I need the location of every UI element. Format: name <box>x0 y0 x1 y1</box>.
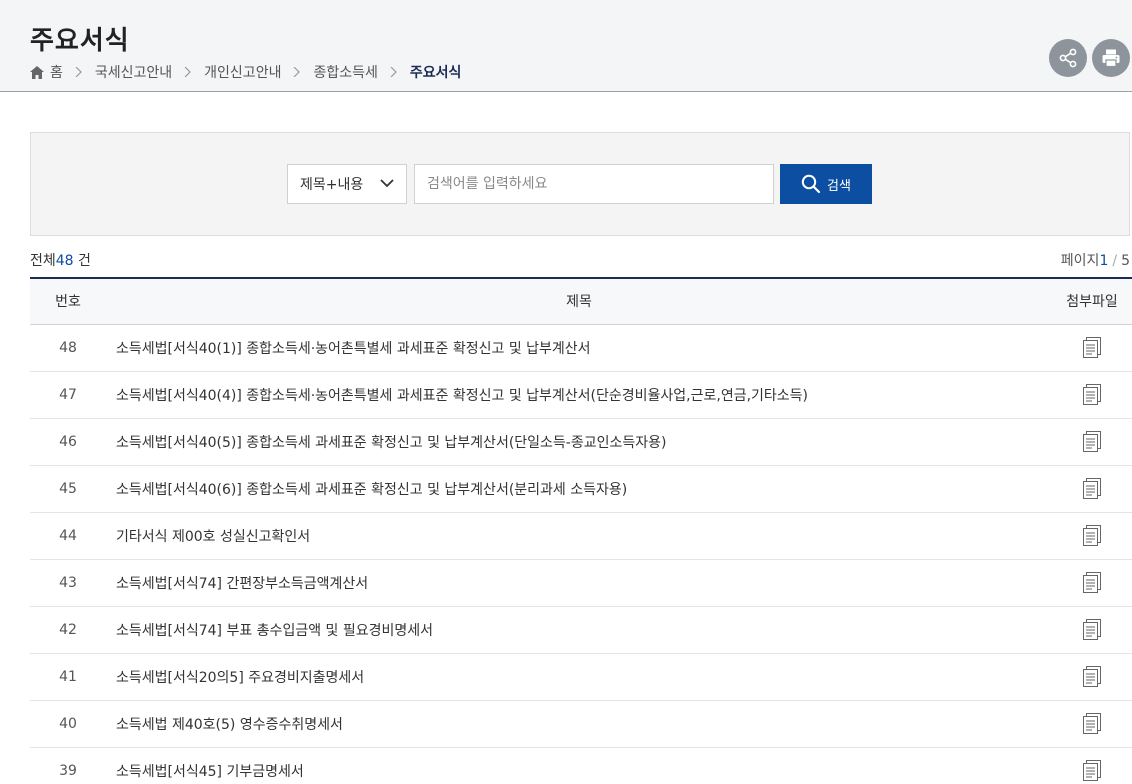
search-button[interactable]: 검색 <box>780 164 872 204</box>
page-indicator: 페이지1/5 <box>1060 253 1130 269</box>
breadcrumb-income-tax[interactable]: 종합소득세 <box>313 62 377 82</box>
chevron-right-icon <box>184 67 192 77</box>
document-icon[interactable] <box>1082 759 1102 782</box>
row-title[interactable]: 기타서식 제00호 성실신고확인서 <box>106 512 1052 559</box>
row-title[interactable]: 소득세법[서식40(6)] 종합소득세 과세표준 확정신고 및 납부계산서(분리… <box>106 465 1052 512</box>
chevron-right-icon <box>294 67 301 77</box>
chevron-right-icon <box>390 67 397 77</box>
share-icon <box>1059 48 1077 68</box>
row-attachment[interactable] <box>1052 606 1132 653</box>
page-header: 주요서식 홈 국세신고안내 개인신고안내 종합소득세 주요서식 <box>0 0 1132 92</box>
document-icon[interactable] <box>1082 430 1102 453</box>
table-row: 45 소득세법[서식40(6)] 종합소득세 과세표준 확정신고 및 납부계산서(… <box>30 465 1132 512</box>
home-icon <box>30 65 44 79</box>
breadcrumb-tax-filing-guide[interactable]: 국세신고안내 <box>95 62 172 82</box>
row-title[interactable]: 소득세법[서식74] 부표 총수입금액 및 필요경비명세서 <box>106 606 1052 653</box>
table-row: 46 소득세법[서식40(5)] 종합소득세 과세표준 확정신고 및 납부계산서(… <box>30 418 1132 465</box>
row-num: 47 <box>59 386 77 403</box>
row-title[interactable]: 소득세법[서식74] 간편장부소득금액계산서 <box>106 559 1052 606</box>
total-count-value: 48 <box>55 253 74 269</box>
row-attachment[interactable] <box>1052 512 1132 559</box>
document-icon[interactable] <box>1082 524 1102 547</box>
search-scope-select[interactable]: 제목+내용 <box>287 164 407 204</box>
document-icon[interactable] <box>1082 571 1102 594</box>
table-row: 47 소득세법[서식40(4)] 종합소득세·농어촌특별세 과세표준 확정신고 및… <box>30 371 1132 418</box>
row-title-link[interactable]: 소득세법[서식74] 부표 총수입금액 및 필요경비명세서 <box>116 623 433 639</box>
document-icon[interactable] <box>1082 336 1102 359</box>
row-attachment[interactable] <box>1052 465 1132 512</box>
row-num: 40 <box>59 715 77 732</box>
row-title[interactable]: 소득세법 제40호(5) 영수증수취명세서 <box>106 700 1052 747</box>
row-title-link[interactable]: 소득세법 제40호(5) 영수증수취명세서 <box>116 717 343 733</box>
header-num: 번호 <box>55 294 81 311</box>
row-attachment[interactable] <box>1052 418 1132 465</box>
total-count: 전체48 건 <box>30 253 91 269</box>
row-title-link[interactable]: 소득세법[서식20의5] 주요경비지출명세서 <box>116 670 364 686</box>
search-scope-value: 제목+내용 <box>300 177 364 193</box>
table-header-row: 번호 제목 첨부파일 <box>30 278 1132 324</box>
row-title-link[interactable]: 기타서식 제00호 성실신고확인서 <box>116 529 310 545</box>
table-row: 40 소득세법 제40호(5) 영수증수취명세서 <box>30 700 1132 747</box>
document-icon[interactable] <box>1082 477 1102 500</box>
row-title[interactable]: 소득세법[서식20의5] 주요경비지출명세서 <box>106 653 1052 700</box>
row-attachment[interactable] <box>1052 747 1132 784</box>
table-row: 43 소득세법[서식74] 간편장부소득금액계산서 <box>30 559 1132 606</box>
header-file: 첨부파일 <box>1066 294 1118 311</box>
chevron-right-icon <box>75 67 82 77</box>
row-num: 48 <box>59 339 77 356</box>
row-num: 44 <box>59 527 77 544</box>
row-num: 43 <box>59 574 77 591</box>
row-title-link[interactable]: 소득세법[서식40(1)] 종합소득세·농어촌특별세 과세표준 확정신고 및 납… <box>116 341 591 357</box>
row-num: 46 <box>59 433 77 450</box>
document-icon[interactable] <box>1082 712 1102 735</box>
row-title-link[interactable]: 소득세법[서식74] 간편장부소득금액계산서 <box>116 576 368 592</box>
row-title-link[interactable]: 소득세법[서식40(6)] 종합소득세 과세표준 확정신고 및 납부계산서(분리… <box>116 482 627 498</box>
row-title-link[interactable]: 소득세법[서식40(4)] 종합소득세·농어촌특별세 과세표준 확정신고 및 납… <box>116 388 808 404</box>
current-page: 1 <box>1099 253 1109 269</box>
row-num: 39 <box>59 762 77 779</box>
row-num: 45 <box>59 480 77 497</box>
table-row: 44 기타서식 제00호 성실신고확인서 <box>30 512 1132 559</box>
table-row: 41 소득세법[서식20의5] 주요경비지출명세서 <box>30 653 1132 700</box>
search-icon <box>801 174 821 194</box>
table-row: 48 소득세법[서식40(1)] 종합소득세·농어촌특별세 과세표준 확정신고 및… <box>30 324 1132 371</box>
row-title-link[interactable]: 소득세법[서식45] 기부금명세서 <box>116 764 304 780</box>
row-attachment[interactable] <box>1052 559 1132 606</box>
row-title[interactable]: 소득세법[서식40(5)] 종합소득세 과세표준 확정신고 및 납부계산서(단일… <box>106 418 1052 465</box>
row-attachment[interactable] <box>1052 653 1132 700</box>
row-title[interactable]: 소득세법[서식40(4)] 종합소득세·농어촌특별세 과세표준 확정신고 및 납… <box>106 371 1052 418</box>
row-title-link[interactable]: 소득세법[서식40(5)] 종합소득세 과세표준 확정신고 및 납부계산서(단일… <box>116 435 666 451</box>
search-panel: 제목+내용 검색 <box>30 132 1130 236</box>
table-row: 42 소득세법[서식74] 부표 총수입금액 및 필요경비명세서 <box>30 606 1132 653</box>
row-title[interactable]: 소득세법[서식40(1)] 종합소득세·농어촌특별세 과세표준 확정신고 및 납… <box>106 324 1052 371</box>
row-title[interactable]: 소득세법[서식45] 기부금명세서 <box>106 747 1052 784</box>
forms-table: 번호 제목 첨부파일 48 소득세법[서식40(1)] 종합소득세·농어촌특별세 … <box>30 277 1132 784</box>
breadcrumb-current: 주요서식 <box>409 65 462 81</box>
table-row: 39 소득세법[서식45] 기부금명세서 <box>30 747 1132 784</box>
breadcrumb-home[interactable]: 홈 <box>50 62 63 82</box>
row-attachment[interactable] <box>1052 371 1132 418</box>
search-input[interactable] <box>414 164 774 204</box>
page-title: 주요서식 <box>30 26 130 56</box>
breadcrumb: 홈 국세신고안내 개인신고안내 종합소득세 주요서식 <box>30 62 461 82</box>
document-icon[interactable] <box>1082 383 1102 406</box>
header-title: 제목 <box>566 294 592 311</box>
row-attachment[interactable] <box>1052 324 1132 371</box>
print-button[interactable] <box>1092 39 1130 77</box>
search-button-label: 검색 <box>827 177 851 193</box>
document-icon[interactable] <box>1082 665 1102 688</box>
breadcrumb-personal-filing-guide[interactable]: 개인신고안내 <box>204 62 281 82</box>
row-num: 42 <box>59 621 77 638</box>
share-button[interactable] <box>1049 39 1087 77</box>
row-num: 41 <box>59 668 77 685</box>
total-pages: 5 <box>1121 253 1130 269</box>
row-attachment[interactable] <box>1052 700 1132 747</box>
print-icon <box>1102 49 1120 68</box>
document-icon[interactable] <box>1082 618 1102 641</box>
chevron-down-icon <box>380 179 394 188</box>
